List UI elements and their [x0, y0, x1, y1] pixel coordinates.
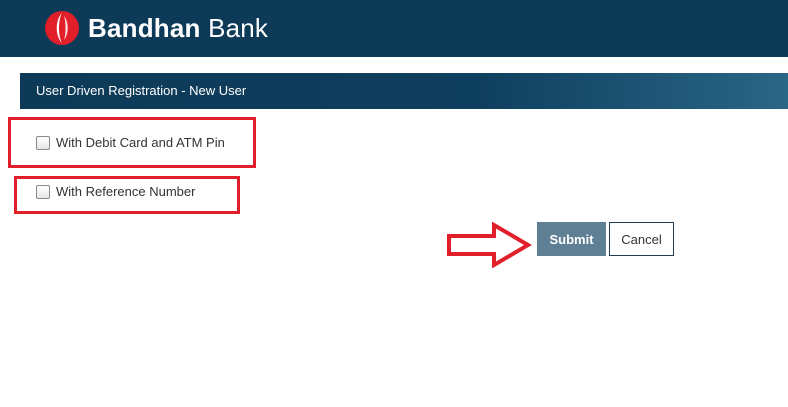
- brand-name: Bandhan Bank: [88, 12, 268, 44]
- checkbox-reference-number[interactable]: [36, 184, 50, 199]
- option-label-debit-card: With Debit Card and ATM Pin: [56, 135, 225, 150]
- option-label-reference-number: With Reference Number: [56, 184, 196, 199]
- bandhan-logo-icon: [45, 11, 79, 45]
- red-outline-arrow-right-icon: [447, 222, 532, 268]
- brand-name-light: Bank: [208, 13, 269, 43]
- section-title: User Driven Registration - New User: [36, 83, 247, 98]
- checkbox-debit-card[interactable]: [36, 135, 50, 150]
- brand-name-bold: Bandhan: [88, 13, 201, 43]
- option-reference-number[interactable]: With Reference Number: [36, 184, 195, 199]
- submit-button[interactable]: Submit: [537, 222, 606, 256]
- section-header: User Driven Registration - New User: [20, 73, 788, 109]
- cancel-button[interactable]: Cancel: [609, 222, 674, 256]
- option-debit-card[interactable]: With Debit Card and ATM Pin: [36, 135, 225, 150]
- top-bar: Bandhan Bank: [0, 0, 788, 57]
